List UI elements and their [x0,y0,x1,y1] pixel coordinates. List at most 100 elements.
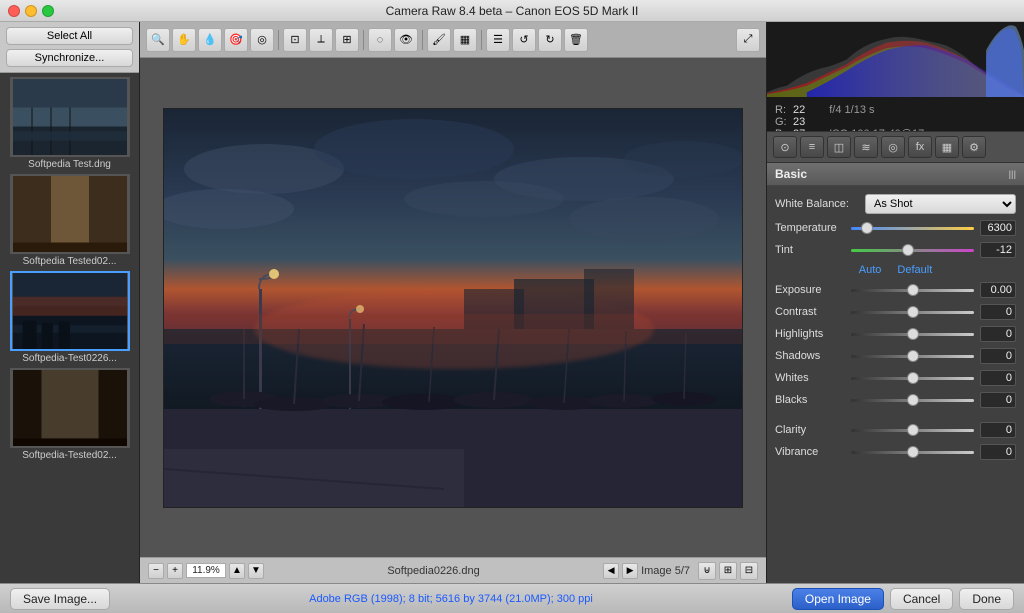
expand-button[interactable]: ⤢ [736,28,760,52]
title-bar: Camera Raw 8.4 beta – Canon EOS 5D Mark … [0,0,1024,22]
thumb-scene-2 [12,176,128,252]
histogram-area: R: 22 f/4 1/13 s G: 23 B: 27 ISO 100 17-… [767,22,1024,132]
list-item[interactable]: Softpedia-Tested02... [4,368,135,461]
main-scene-svg [164,109,743,508]
maximize-button[interactable] [42,5,54,17]
red-eye-button[interactable]: 👁 [394,28,418,52]
white-balance-select[interactable]: As Shot Auto Daylight Cloudy Shade Tungs… [865,194,1016,214]
right-panel: R: 22 f/4 1/13 s G: 23 B: 27 ISO 100 17-… [766,22,1024,583]
gradient-filter-button[interactable]: ▦ [453,28,477,52]
clarity-value[interactable]: 0 [980,422,1016,438]
blacks-row: Blacks 0 [775,392,1016,408]
shadows-value[interactable]: 0 [980,348,1016,364]
list-item[interactable]: Softpedia Tested02... [4,174,135,267]
zoom-stepper-up[interactable]: ▲ [229,563,245,579]
thumbnail-image [10,174,130,254]
filter-icons: ⊎ ⊞ ⊟ [698,562,758,580]
zoom-out-button[interactable]: − [148,563,164,579]
shadows-slider[interactable] [851,355,974,358]
whites-value[interactable]: 0 [980,370,1016,386]
nav-next-button[interactable]: ▶ [622,563,638,579]
clarity-slider[interactable] [851,429,974,432]
contrast-value[interactable]: 0 [980,304,1016,320]
color-profile-link[interactable]: Adobe RGB (1998); 8 bit; 5616 by 3744 (2… [309,593,593,605]
tab-histogram[interactable]: ⊙ [773,136,797,158]
tint-slider[interactable] [851,249,974,252]
toolbar-separator-3 [422,30,423,50]
whites-label: Whites [775,372,845,384]
done-button[interactable]: Done [959,588,1014,610]
rotate-ccw-button[interactable]: ↺ [512,28,536,52]
tab-detail[interactable]: ≋ [854,136,878,158]
default-link[interactable]: Default [897,264,932,276]
whites-slider-container [851,371,974,385]
main-layout: Select All Synchronize... Soft [0,22,1024,583]
vibrance-value[interactable]: 0 [980,444,1016,460]
rgb-values: R: 22 f/4 1/13 s G: 23 B: 27 ISO 100 17-… [767,100,1024,132]
compare-button[interactable]: ⊟ [740,562,758,580]
exposure-value[interactable]: 0.00 [980,282,1016,298]
nav-controls: ◀ ▶ Image 5/7 [603,563,690,579]
crop-tool-button[interactable]: ⊡ [283,28,307,52]
straighten-tool-button[interactable]: ⟂ [309,28,333,52]
exposure-label: Exposure [775,284,845,296]
contrast-slider[interactable] [851,311,974,314]
tab-tone-curve[interactable]: ◫ [827,136,851,158]
filmstrip: Select All Synchronize... Soft [0,22,140,583]
exposure-slider[interactable] [851,289,974,292]
open-image-button[interactable]: Open Image [792,588,884,610]
r-label: R: [775,104,789,116]
temperature-value[interactable]: 6300 [980,220,1016,236]
color-sampler-button[interactable]: 🎯 [224,28,248,52]
toolbar-separator [278,30,279,50]
cancel-button[interactable]: Cancel [890,588,953,610]
main-image-container [140,58,766,557]
tab-camera-calib[interactable]: ⚙ [962,136,986,158]
blacks-value[interactable]: 0 [980,392,1016,408]
target-adj-button[interactable]: ◎ [250,28,274,52]
adjustments-panel: White Balance: As Shot Auto Daylight Clo… [767,186,1024,583]
whites-slider[interactable] [851,377,974,380]
tab-hsl[interactable]: ◎ [881,136,905,158]
highlights-value[interactable]: 0 [980,326,1016,342]
hand-tool-button[interactable]: ✋ [172,28,196,52]
rotate-cw-button[interactable]: ↻ [538,28,562,52]
highlights-slider[interactable] [851,333,974,336]
bottom-bar: Save Image... Adobe RGB (1998); 8 bit; 5… [0,583,1024,613]
tab-effects[interactable]: fx [908,136,932,158]
vibrance-row: Vibrance 0 [775,444,1016,460]
blacks-slider[interactable] [851,399,974,402]
vibrance-slider[interactable] [851,451,974,454]
tab-basic[interactable]: ≡ [800,136,824,158]
zoom-stepper-down[interactable]: ▼ [248,563,264,579]
synchronize-button[interactable]: Synchronize... [6,49,133,67]
trash-button[interactable]: 🗑 [564,28,588,52]
shadows-label: Shadows [775,350,845,362]
list-item[interactable]: Softpedia-Test0226... [4,271,135,364]
tab-lens[interactable]: ▦ [935,136,959,158]
filter-button[interactable]: ⊎ [698,562,716,580]
vibrance-label: Vibrance [775,446,845,458]
bottom-left: Save Image... [10,588,110,610]
zoom-value: 11.9% [186,563,226,578]
auto-link[interactable]: Auto [859,264,882,276]
close-button[interactable] [8,5,20,17]
image-area: 🔍 ✋ 💧 🎯 ◎ ⊡ ⟂ ⊞ ◌ 👁 🖌 ▦ ☰ ↺ ↻ 🗑 ⤢ [140,22,766,583]
toggle-list-button[interactable]: ☰ [486,28,510,52]
spot-removal-button[interactable]: ◌ [368,28,392,52]
grid-view-button[interactable]: ⊞ [719,562,737,580]
bottom-right: Open Image Cancel Done [792,588,1014,610]
save-image-button[interactable]: Save Image... [10,588,110,610]
tint-value[interactable]: -12 [980,242,1016,258]
nav-prev-button[interactable]: ◀ [603,563,619,579]
minimize-button[interactable] [25,5,37,17]
tint-label: Tint [775,244,845,256]
adjustment-brush-button[interactable]: 🖌 [427,28,451,52]
zoom-in-button[interactable]: + [167,563,183,579]
select-all-button[interactable]: Select All [6,27,133,45]
transform-tool-button[interactable]: ⊞ [335,28,359,52]
temperature-slider[interactable] [851,227,974,230]
list-item[interactable]: Softpedia Test.dng [4,77,135,170]
white-balance-tool-button[interactable]: 💧 [198,28,222,52]
zoom-tool-button[interactable]: 🔍 [146,28,170,52]
